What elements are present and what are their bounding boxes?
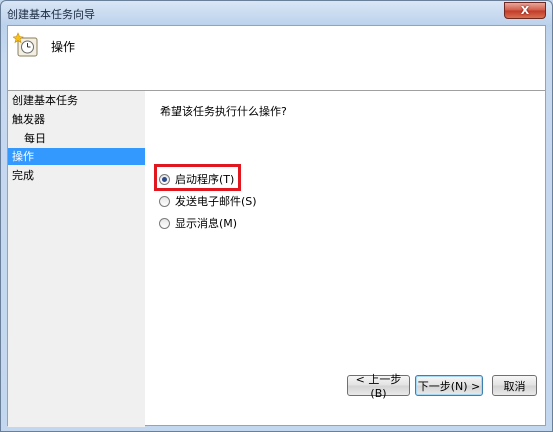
option-label: 启动程序(T)	[175, 173, 235, 186]
task-clock-icon	[13, 32, 38, 57]
cancel-button[interactable]: 取消	[492, 375, 537, 396]
sidebar-item-label: 创建基本任务	[12, 94, 78, 107]
sidebar-item-create-task[interactable]: 创建基本任务	[8, 92, 145, 109]
back-button[interactable]: < 上一步(B)	[347, 373, 410, 400]
page-title: 操作	[51, 40, 76, 54]
close-icon: X	[520, 4, 530, 17]
wizard-client-area: 操作 创建基本任务 触发器 每日 操作 完成 希望该任务执行什么操作? 启动程序…	[7, 25, 546, 427]
sidebar-item-label: 每日	[24, 132, 46, 145]
close-button[interactable]: X	[504, 2, 546, 19]
sidebar-item-finish[interactable]: 完成	[8, 167, 145, 184]
window-title: 创建基本任务向导	[7, 8, 95, 21]
wizard-content: 希望该任务执行什么操作? 启动程序(T) 发送电子邮件(S) 显示消息(M)	[145, 91, 545, 425]
sidebar-item-label: 触发器	[12, 113, 45, 126]
radio-show-message[interactable]	[159, 217, 170, 229]
sidebar-item-trigger[interactable]: 触发器	[8, 111, 145, 128]
sidebar-item-action[interactable]: 操作	[8, 148, 145, 165]
option-label: 显示消息(M)	[175, 217, 238, 230]
wizard-window: 创建基本任务向导 X 操作 创建基本任务 触发器 每日 操作 完成 希望该任务执…	[0, 0, 553, 432]
sidebar-item-label: 操作	[12, 150, 34, 163]
next-button[interactable]: 下一步(N) >	[415, 375, 483, 396]
action-question: 希望该任务执行什么操作?	[160, 105, 287, 118]
wizard-header: 操作	[8, 26, 545, 91]
radio-send-email[interactable]	[159, 195, 170, 207]
option-start-program[interactable]: 启动程序(T)	[159, 170, 234, 188]
option-label: 发送电子邮件(S)	[175, 195, 257, 208]
option-show-message[interactable]: 显示消息(M)	[159, 214, 237, 232]
radio-start-program[interactable]	[159, 173, 170, 185]
title-bar[interactable]: 创建基本任务向导 X	[1, 1, 552, 25]
wizard-steps-sidebar: 创建基本任务 触发器 每日 操作 完成	[8, 91, 145, 427]
option-send-email[interactable]: 发送电子邮件(S)	[159, 192, 257, 210]
sidebar-item-daily[interactable]: 每日	[8, 130, 145, 147]
sidebar-item-label: 完成	[12, 169, 34, 182]
